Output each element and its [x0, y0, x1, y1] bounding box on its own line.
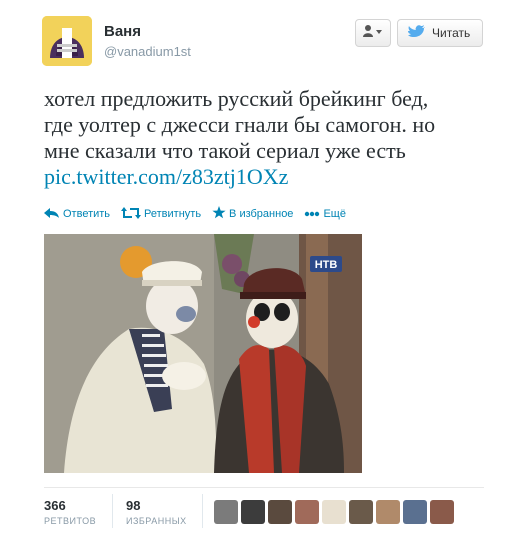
user-dropdown-button[interactable]: [355, 19, 391, 47]
stats-divider: [202, 494, 203, 528]
tweet-photo-link[interactable]: pic.twitter.com/z83ztj1OXz: [44, 164, 489, 190]
reply-label: Ответить: [63, 208, 111, 220]
reply-icon: [44, 207, 60, 221]
favorite-action[interactable]: В избранное: [212, 206, 293, 222]
favorites-count: 98: [126, 498, 141, 513]
user-name[interactable]: Ваня: [104, 23, 141, 40]
favoriter-avatar[interactable]: [322, 500, 346, 524]
retweets-label: РЕТВИТОВ: [44, 516, 97, 526]
avatar[interactable]: [42, 16, 92, 66]
favorites-stat[interactable]: 98 ИЗБРАННЫХ: [126, 498, 187, 526]
tweet-line-1: хотел предложить русский брейкинг бед,: [44, 86, 429, 111]
retweet-action[interactable]: Ретвитнуть: [121, 206, 202, 222]
favoriter-avatar[interactable]: [295, 500, 319, 524]
favoriter-avatar[interactable]: [349, 500, 373, 524]
twitter-bird-icon: [408, 24, 426, 42]
follow-button-label: Читать: [432, 26, 471, 40]
user-handle[interactable]: @vanadium1st: [104, 44, 191, 59]
favoriter-avatar[interactable]: [268, 500, 292, 524]
star-icon: [212, 206, 226, 222]
favoriter-avatar[interactable]: [430, 500, 454, 524]
favoriter-avatars: [214, 500, 454, 524]
favoriter-avatar[interactable]: [403, 500, 427, 524]
tweet-line-2: где уолтер с джесси гнали бы самогон. но: [44, 112, 436, 137]
tweet-text: хотел предложить русский брейкинг бед, г…: [44, 86, 489, 190]
retweets-stat[interactable]: 366 РЕТВИТОВ: [44, 498, 96, 526]
ntv-watermark: НТВ: [315, 259, 338, 271]
favoriter-avatar[interactable]: [241, 500, 265, 524]
tweet-stats: 366 РЕТВИТОВ 98 ИЗБРАННЫХ: [44, 487, 484, 531]
favoriter-avatar[interactable]: [214, 500, 238, 524]
more-action[interactable]: Ещё: [304, 208, 346, 220]
favorite-label: В избранное: [229, 208, 294, 220]
more-label: Ещё: [323, 208, 346, 220]
tweet-header: Ваня @vanadium1st Читать: [40, 14, 485, 74]
more-dots-icon: [304, 208, 320, 220]
tweet-actions: Ответить Ретвитнуть В избранное Ещё: [44, 206, 346, 222]
tweet-photo[interactable]: НТВ: [44, 234, 362, 473]
retweet-icon: [121, 206, 142, 222]
user-dropdown-icon: [363, 24, 383, 42]
retweets-count: 366: [44, 498, 66, 513]
favorites-label: ИЗБРАННЫХ: [126, 516, 187, 526]
reply-action[interactable]: Ответить: [44, 207, 111, 221]
favoriter-avatar[interactable]: [376, 500, 400, 524]
tweet-line-3: мне сказали что такой сериал уже есть: [44, 138, 406, 163]
stats-divider: [112, 494, 113, 528]
retweet-label: Ретвитнуть: [144, 208, 202, 220]
follow-button[interactable]: Читать: [397, 19, 483, 47]
